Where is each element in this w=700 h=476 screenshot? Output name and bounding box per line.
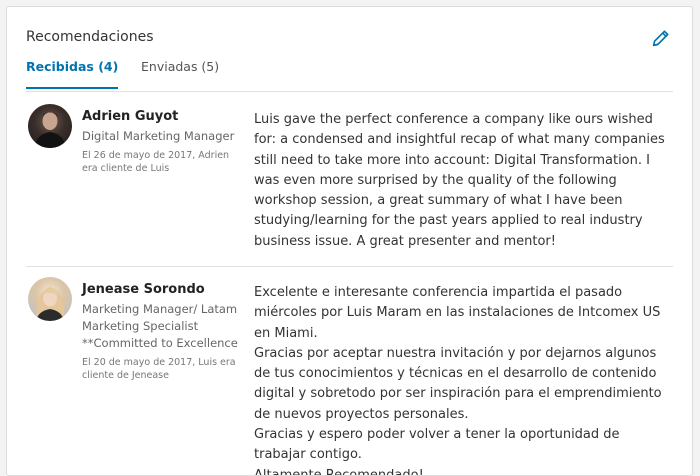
recommender-name[interactable]: Jenease Sorondo	[82, 281, 242, 299]
recommender-headline: Marketing Manager/ Latam Marketing Speci…	[82, 302, 238, 350]
recommender-info: Jenease Sorondo Marketing Manager/ Latam…	[82, 281, 242, 382]
avatar[interactable]	[28, 277, 72, 321]
pencil-icon	[652, 30, 669, 47]
recommendation-item: Adrien Guyot Digital Marketing Manager E…	[26, 104, 673, 267]
avatar[interactable]	[28, 104, 72, 148]
recommender-name[interactable]: Adrien Guyot	[82, 108, 242, 126]
relationship-note: El 20 de mayo de 2017, Luis era cliente …	[82, 357, 236, 381]
recommender-headline: Digital Marketing Manager	[82, 129, 235, 143]
edit-button[interactable]	[650, 27, 672, 49]
tab-sent[interactable]: Enviadas (5)	[141, 59, 219, 87]
recommendation-item: Jenease Sorondo Marketing Manager/ Latam…	[26, 277, 673, 476]
tab-received[interactable]: Recibidas (4)	[26, 59, 119, 89]
recommender-info: Adrien Guyot Digital Marketing Manager E…	[82, 108, 242, 175]
person-silhouette-icon	[34, 112, 66, 148]
person-silhouette-icon	[36, 287, 65, 321]
tab-bar: Recibidas (4) Enviadas (5)	[26, 59, 673, 92]
recommendations-card: Recomendaciones Recibidas (4) Enviadas (…	[6, 6, 693, 476]
recommendation-text: Luis gave the perfect conference a compa…	[254, 112, 665, 249]
section-title: Recomendaciones	[26, 29, 154, 45]
relationship-note: El 26 de mayo de 2017, Adrien era client…	[82, 150, 230, 174]
recommendation-text: Excelente e interesante conferencia impa…	[254, 285, 662, 476]
